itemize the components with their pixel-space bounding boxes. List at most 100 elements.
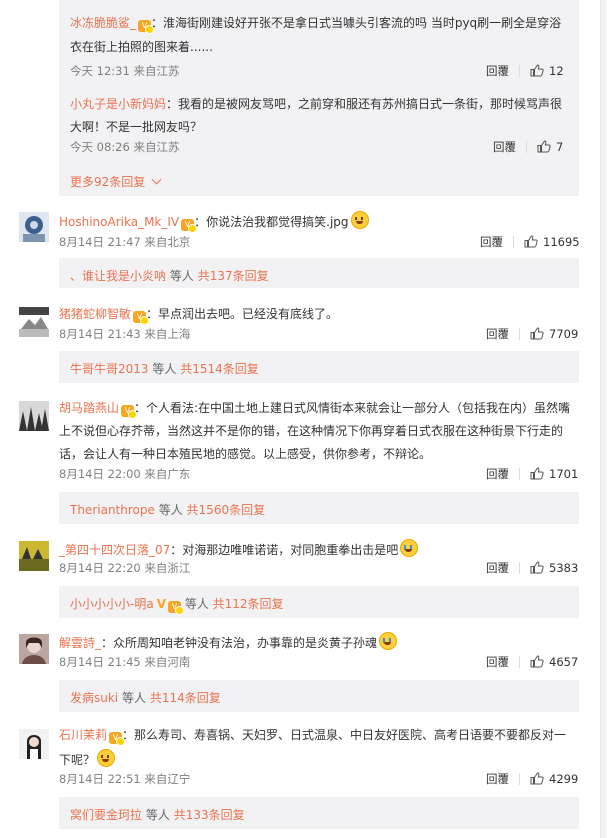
divider <box>519 656 520 668</box>
sub-reply-mid: 等人 <box>145 808 170 822</box>
comment-text: ：对海那边唯唯诺诺，对同胞重拳出击是吧 <box>170 543 399 557</box>
reply-button[interactable]: 回覆 <box>486 655 509 669</box>
like-button[interactable]: 11695 <box>524 235 580 249</box>
sub-reply-user[interactable]: 牛哥牛哥2013 <box>70 362 149 376</box>
divider <box>513 236 514 248</box>
sub-reply-count[interactable]: 共112条回复 <box>213 597 284 611</box>
more-replies-link[interactable]: 更多92条回复 <box>70 173 162 190</box>
comment-text: ：那么寿司、寿喜锅、天妇罗、日式温泉、中日友好医院、高考日语要不要都反对一 <box>122 728 567 742</box>
comment-time: 8月14日 21:45 来自河南 <box>59 655 191 669</box>
reply-actions: 回覆 12 <box>486 63 564 79</box>
comment-header: 猪猪蛇柳智敏 V ：早点润出去吧。已经没有底线了。 <box>59 305 339 325</box>
comment-username[interactable]: 胡马踏燕山 <box>59 401 119 415</box>
comment-text: ：你说法治我都觉得搞笑.jpg <box>194 215 349 229</box>
comment-header: 石川茉莉 V ：那么寿司、寿喜锅、天妇罗、日式温泉、中日友好医院、高考日语要不要都反… <box>59 726 567 746</box>
avatar[interactable] <box>19 729 49 759</box>
sub-replies-line: 牛哥牛哥2013 等人 共1514条回复 <box>70 360 259 377</box>
comment-text: ：早点润出去吧。已经没有底线了。 <box>146 307 339 321</box>
reply-button[interactable]: 回覆 <box>480 235 503 249</box>
comment-actions: 回覆 1701 <box>486 466 578 482</box>
divider <box>519 468 520 480</box>
sub-reply-user[interactable]: Therianthrope <box>70 503 155 517</box>
thumbs-up-icon <box>530 655 544 668</box>
avatar[interactable] <box>19 634 49 664</box>
reply-button[interactable]: 回覆 <box>486 772 509 786</box>
comment-text: ：众所周知咱老钟没有法治，办事靠的是炎黄子孙魂 <box>101 636 378 650</box>
like-button[interactable]: 4657 <box>530 655 578 669</box>
avatar[interactable] <box>19 307 49 337</box>
reply-button[interactable]: 回覆 <box>486 467 509 481</box>
comment-header: 胡马踏燕山 V ：个人看法:在中国土地上建日式风情街本来就会让一部分人（包括我在内）… <box>59 399 571 419</box>
vip-badge-icon: V <box>133 311 150 325</box>
thumbs-up-icon <box>537 140 551 153</box>
comment-username[interactable]: 石川茉莉 <box>59 728 107 742</box>
like-count: 4299 <box>549 772 579 786</box>
sub-replies-line: 窝们要金珂拉 等人 共133条回复 <box>70 806 245 823</box>
like-count: 1701 <box>549 467 579 481</box>
comment-username[interactable]: _第四十四次日落_07 <box>59 543 170 557</box>
vip-badge-icon: V <box>138 20 155 34</box>
sub-replies-line: 小小小小小-明a V V 等人 共112条回复 <box>70 595 284 615</box>
thumbs-up-icon <box>530 327 544 340</box>
reply-button[interactable]: 回覆 <box>493 140 516 154</box>
sub-reply-user[interactable]: 小小小小小-明a <box>70 597 154 611</box>
sub-reply-user[interactable]: 窝们要金珂拉 <box>70 808 142 822</box>
reply-username[interactable]: 冰冻脆脆鲨_ <box>70 16 136 30</box>
comment-time: 8月14日 21:43 来自上海 <box>59 327 191 341</box>
reply-text: ：淮海街刚建设好开张不是拿日式当噱头引客流的吗 当时pyq刷一刷全是穿浴 <box>151 16 562 30</box>
thumbs-up-icon <box>530 772 544 785</box>
comment-header: HoshinoArika_Mk_IV V ：你说法治我都觉得搞笑.jpg <box>59 211 369 233</box>
comment-text: ：个人看法:在中国土地上建日式风情街本来就会让一部分人（包括我在内）虽然嘴 <box>134 401 571 415</box>
sub-reply-count[interactable]: 共137条回复 <box>198 269 269 283</box>
like-button[interactable]: 4299 <box>530 772 578 786</box>
like-button[interactable]: 7 <box>537 140 563 154</box>
sub-reply-user[interactable]: 、谁让我是小炎呐 <box>70 269 166 283</box>
comment-username[interactable]: HoshinoArika_Mk_IV <box>59 215 179 229</box>
nested-reply: 冰冻脆脆鲨_ V ：淮海街刚建设好开张不是拿日式当噱头引客流的吗 当时pyq刷一刷全… <box>70 14 570 34</box>
comment-header: 解雲詩_：众所周知咱老钟没有法治，办事靠的是炎黄子孙魂 <box>59 632 398 651</box>
avatar[interactable] <box>19 212 49 242</box>
avatar[interactable] <box>19 541 49 571</box>
reply-button[interactable]: 回覆 <box>486 561 509 575</box>
divider <box>519 65 520 77</box>
vip-badge-icon: V <box>181 219 198 233</box>
sub-reply-mid: 等人 <box>121 691 146 705</box>
comment-time: 8月14日 22:51 来自辽宁 <box>59 772 191 786</box>
comment-time: 8月14日 22:00 来自广东 <box>59 467 191 481</box>
like-count: 5383 <box>549 561 579 575</box>
like-button[interactable]: 5383 <box>530 561 578 575</box>
comment-username[interactable]: 猪猪蛇柳智敏 <box>59 307 131 321</box>
sub-reply-count[interactable]: 共133条回复 <box>174 808 245 822</box>
sub-reply-count[interactable]: 共114条回复 <box>150 691 221 705</box>
thumbs-up-icon <box>524 235 538 248</box>
reply-username[interactable]: 小丸子是小新妈妈 <box>70 97 166 111</box>
comment-username[interactable]: 解雲詩_ <box>59 636 101 650</box>
vip-badge-icon: V <box>109 732 126 746</box>
thumbs-up-icon <box>530 64 544 77</box>
divider <box>519 773 520 785</box>
reply-button[interactable]: 回覆 <box>486 64 509 78</box>
like-count: 7709 <box>549 327 579 341</box>
vip-badge-icon: V <box>121 405 138 419</box>
comment-text-line3: 话，会让人有一种日本殖民地的感觉。以上感受，供你参考，不辩论。 <box>59 447 432 461</box>
like-button[interactable]: 12 <box>530 64 564 78</box>
sub-reply-user[interactable]: 发病suki <box>70 691 118 705</box>
reply-actions: 回覆 7 <box>493 139 563 155</box>
divider <box>526 141 527 153</box>
vip-badge-icon: V <box>167 601 184 615</box>
like-button[interactable]: 1701 <box>530 467 578 481</box>
comment-text-line2-wrap: 下呢？ <box>59 749 116 768</box>
sub-reply-count[interactable]: 共1514条回复 <box>180 362 259 376</box>
like-button[interactable]: 7709 <box>530 327 578 341</box>
sub-replies-line: 发病suki 等人 共114条回复 <box>70 689 221 706</box>
comment-time: 8月14日 22:20 来自浙江 <box>59 561 191 575</box>
sub-reply-mid: 等人 <box>158 503 183 517</box>
divider <box>519 562 520 574</box>
reply-button[interactable]: 回覆 <box>486 327 509 341</box>
sub-reply-mid: 等人 <box>184 597 209 611</box>
thumbs-up-icon <box>530 467 544 480</box>
comment-actions: 回覆 4657 <box>486 654 578 670</box>
sub-reply-count[interactable]: 共1560条回复 <box>187 503 266 517</box>
avatar[interactable] <box>19 401 49 431</box>
laugh-emoji-icon <box>97 749 116 767</box>
